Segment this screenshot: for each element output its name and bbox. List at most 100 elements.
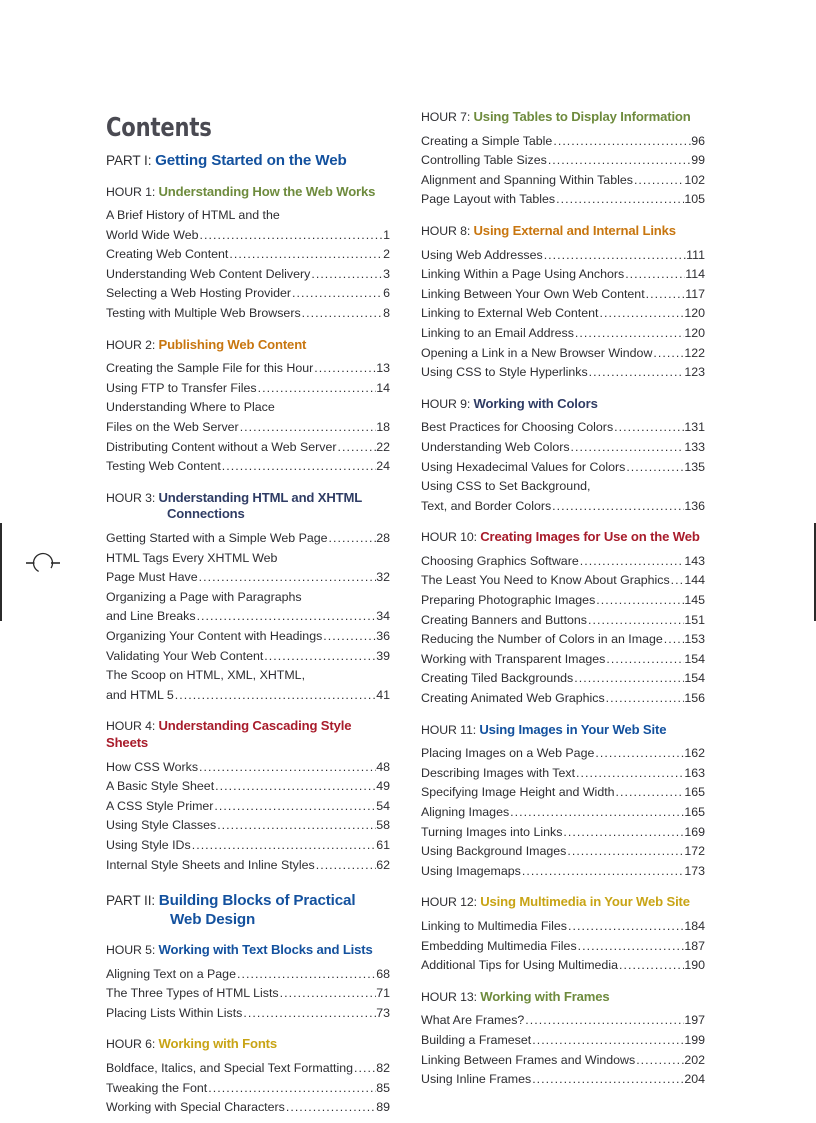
toc-entry-text: Reducing the Number of Colors in an Imag…: [421, 632, 663, 647]
toc-entry[interactable]: Creating Tiled Backgrounds..............…: [421, 669, 705, 689]
toc-entry-text: Placing Lists Within Lists: [106, 1005, 243, 1020]
toc-entry[interactable]: Specifying Image Height and Width.......…: [421, 783, 705, 803]
toc-entry-row: Creating Tiled Backgrounds..............…: [421, 669, 705, 689]
toc-entry[interactable]: Working with Transparent Images.........…: [421, 650, 705, 670]
toc-entry[interactable]: Preparing Photographic Images...........…: [421, 591, 705, 611]
toc-entry[interactable]: The Three Types of HTML Lists...........…: [106, 984, 390, 1004]
toc-leader-dots: ........................................…: [243, 1005, 376, 1020]
toc-entry[interactable]: Linking to Multimedia Files.............…: [421, 917, 705, 937]
toc-entry[interactable]: Creating Banners and Buttons............…: [421, 611, 705, 631]
toc-entry[interactable]: Embedding Multimedia Files..............…: [421, 937, 705, 957]
toc-entry[interactable]: Turning Images into Links...............…: [421, 823, 705, 843]
toc-entry[interactable]: Testing with Multiple Web Browsers......…: [106, 304, 390, 324]
toc-leader-dots: ........................................…: [314, 361, 376, 376]
toc-entry[interactable]: What Are Frames?........................…: [421, 1011, 705, 1031]
toc-entry[interactable]: The Least You Need to Know About Graphic…: [421, 571, 705, 591]
toc-entry[interactable]: Controlling Table Sizes.................…: [421, 151, 705, 171]
toc-entry[interactable]: Creating Web Content....................…: [106, 245, 390, 265]
toc-entry[interactable]: Reducing the Number of Colors in an Imag…: [421, 630, 705, 650]
toc-leader-dots: ........................................…: [315, 857, 377, 872]
part-label: PART II:: [106, 893, 159, 909]
toc-entry-row: Aligning Images.........................…: [421, 803, 705, 823]
toc-entry[interactable]: Internal Style Sheets and Inline Styles.…: [106, 856, 390, 876]
toc-entry[interactable]: Choosing Graphics Software..............…: [421, 552, 705, 572]
toc-entry[interactable]: Linking to an Email Address.............…: [421, 324, 705, 344]
toc-entry[interactable]: HTML Tags Every XHTML Web Page Must Have.…: [106, 549, 390, 588]
toc-entry[interactable]: Understanding Where to Place Files on the…: [106, 398, 390, 437]
toc-entry[interactable]: Organizing Your Content with Headings...…: [106, 627, 390, 647]
toc-entry[interactable]: Using Style Classes.....................…: [106, 816, 390, 836]
toc-entry[interactable]: Creating the Sample File for this Hour..…: [106, 359, 390, 379]
toc-entry[interactable]: Using CSS to Set Background, Text, and Bo…: [421, 477, 705, 516]
toc-entry[interactable]: A Brief History of HTML and the World Wid…: [106, 206, 390, 245]
toc-page-number: 22: [376, 439, 390, 454]
toc-page-number: 169: [684, 824, 705, 839]
toc-entry-row: Distributing Content without a Web Serve…: [106, 438, 390, 458]
toc-entry[interactable]: Linking Between Frames and Windows......…: [421, 1051, 705, 1071]
toc-entry[interactable]: Aligning Images.........................…: [421, 803, 705, 823]
toc-entry[interactable]: Linking to External Web Content.........…: [421, 304, 705, 324]
toc-entry[interactable]: Using CSS to Style Hyperlinks...........…: [421, 363, 705, 383]
toc-entry-text: A Basic Style Sheet: [106, 779, 215, 794]
toc-entry[interactable]: Working with Special Characters.........…: [106, 1098, 390, 1118]
toc-entry[interactable]: Linking Within a Page Using Anchors.....…: [421, 265, 705, 285]
toc-entry-row: Preparing Photographic Images...........…: [421, 591, 705, 611]
toc-entry[interactable]: Describing Images with Text.............…: [421, 764, 705, 784]
toc-entry-row: Linking Between Frames and Windows......…: [421, 1051, 705, 1071]
toc-entry-text: Using Background Images: [421, 844, 567, 859]
toc-page-number: 85: [376, 1080, 390, 1095]
toc-entry[interactable]: The Scoop on HTML, XML, XHTML, and HTML 5…: [106, 666, 390, 705]
toc-entry[interactable]: A Basic Style Sheet.....................…: [106, 777, 390, 797]
toc-entry[interactable]: Placing Images on a Web Page............…: [421, 744, 705, 764]
toc-entry[interactable]: Placing Lists Within Lists..............…: [106, 1004, 390, 1024]
toc-page-number: 8: [383, 306, 390, 321]
toc-entry[interactable]: Using Style IDs.........................…: [106, 836, 390, 856]
toc-entry[interactable]: Selecting a Web Hosting Provider........…: [106, 284, 390, 304]
toc-entry-row: The Least You Need to Know About Graphic…: [421, 571, 705, 591]
toc-leader-dots: ........................................…: [525, 1013, 684, 1028]
hour-title: Using External and Internal Links: [473, 222, 677, 238]
toc-entry[interactable]: Using Inline Frames.....................…: [421, 1070, 705, 1090]
toc-leader-dots: ........................................…: [576, 765, 684, 780]
hour-title: Understanding How the Web Works: [158, 183, 376, 199]
toc-entry[interactable]: Boldface, Italics, and Special Text Form…: [106, 1059, 390, 1079]
toc-entry[interactable]: Using Imagemaps.........................…: [421, 862, 705, 882]
toc-entry[interactable]: Organizing a Page with Paragraphs and Lin…: [106, 588, 390, 627]
toc-entry[interactable]: Additional Tips for Using Multimedia....…: [421, 956, 705, 976]
toc-entry[interactable]: Understanding Web Content Delivery......…: [106, 265, 390, 285]
toc-entry[interactable]: Getting Started with a Simple Web Page..…: [106, 529, 390, 549]
toc-entry[interactable]: Linking Between Your Own Web Content....…: [421, 285, 705, 305]
toc-page-number: 163: [684, 765, 705, 780]
toc-entry[interactable]: Understanding Web Colors................…: [421, 438, 705, 458]
toc-entry[interactable]: Using FTP to Transfer Files.............…: [106, 379, 390, 399]
toc-entry[interactable]: Building a Frameset.....................…: [421, 1031, 705, 1051]
toc-entry[interactable]: Tweaking the Font.......................…: [106, 1079, 390, 1099]
toc-entry-text: Organizing Your Content with Headings: [106, 628, 323, 643]
toc-entry[interactable]: How CSS Works...........................…: [106, 758, 390, 778]
toc-page-number: 99: [691, 153, 705, 168]
toc-entry[interactable]: Using Web Addresses.....................…: [421, 246, 705, 266]
toc-page-number: 136: [684, 498, 705, 513]
toc-entry[interactable]: A CSS Style Primer......................…: [106, 797, 390, 817]
toc-entry-row: Validating Your Web Content.............…: [106, 647, 390, 667]
toc-entry[interactable]: Aligning Text on a Page.................…: [106, 965, 390, 985]
toc-entry[interactable]: Opening a Link in a New Browser Window..…: [421, 344, 705, 364]
toc-entry[interactable]: Using Background Images.................…: [421, 842, 705, 862]
toc-entry[interactable]: Page Layout with Tables.................…: [421, 190, 705, 210]
toc-entry[interactable]: Best Practices for Choosing Colors......…: [421, 418, 705, 438]
toc-entry[interactable]: Validating Your Web Content.............…: [106, 647, 390, 667]
toc-leader-dots: ........................................…: [618, 958, 684, 973]
toc-entry[interactable]: Distributing Content without a Web Serve…: [106, 438, 390, 458]
toc-entry[interactable]: Creating Animated Web Graphics..........…: [421, 689, 705, 709]
toc-entry-text: Testing with Multiple Web Browsers: [106, 306, 301, 321]
toc-entry[interactable]: Testing Web Content.....................…: [106, 457, 390, 477]
toc-entry[interactable]: Creating a Simple Table.................…: [421, 132, 705, 152]
toc-page-number: 154: [684, 651, 705, 666]
toc-entry[interactable]: Using Hexadecimal Values for Colors.....…: [421, 458, 705, 478]
toc-entry-text: Aligning Text on a Page: [106, 966, 236, 981]
toc-entry[interactable]: Alignment and Spanning Within Tables....…: [421, 171, 705, 191]
toc-leader-dots: ........................................…: [579, 553, 685, 568]
toc-entry-text: Tweaking the Font: [106, 1080, 208, 1095]
toc-page-number: 156: [684, 691, 705, 706]
toc-page-number: 71: [376, 986, 390, 1001]
